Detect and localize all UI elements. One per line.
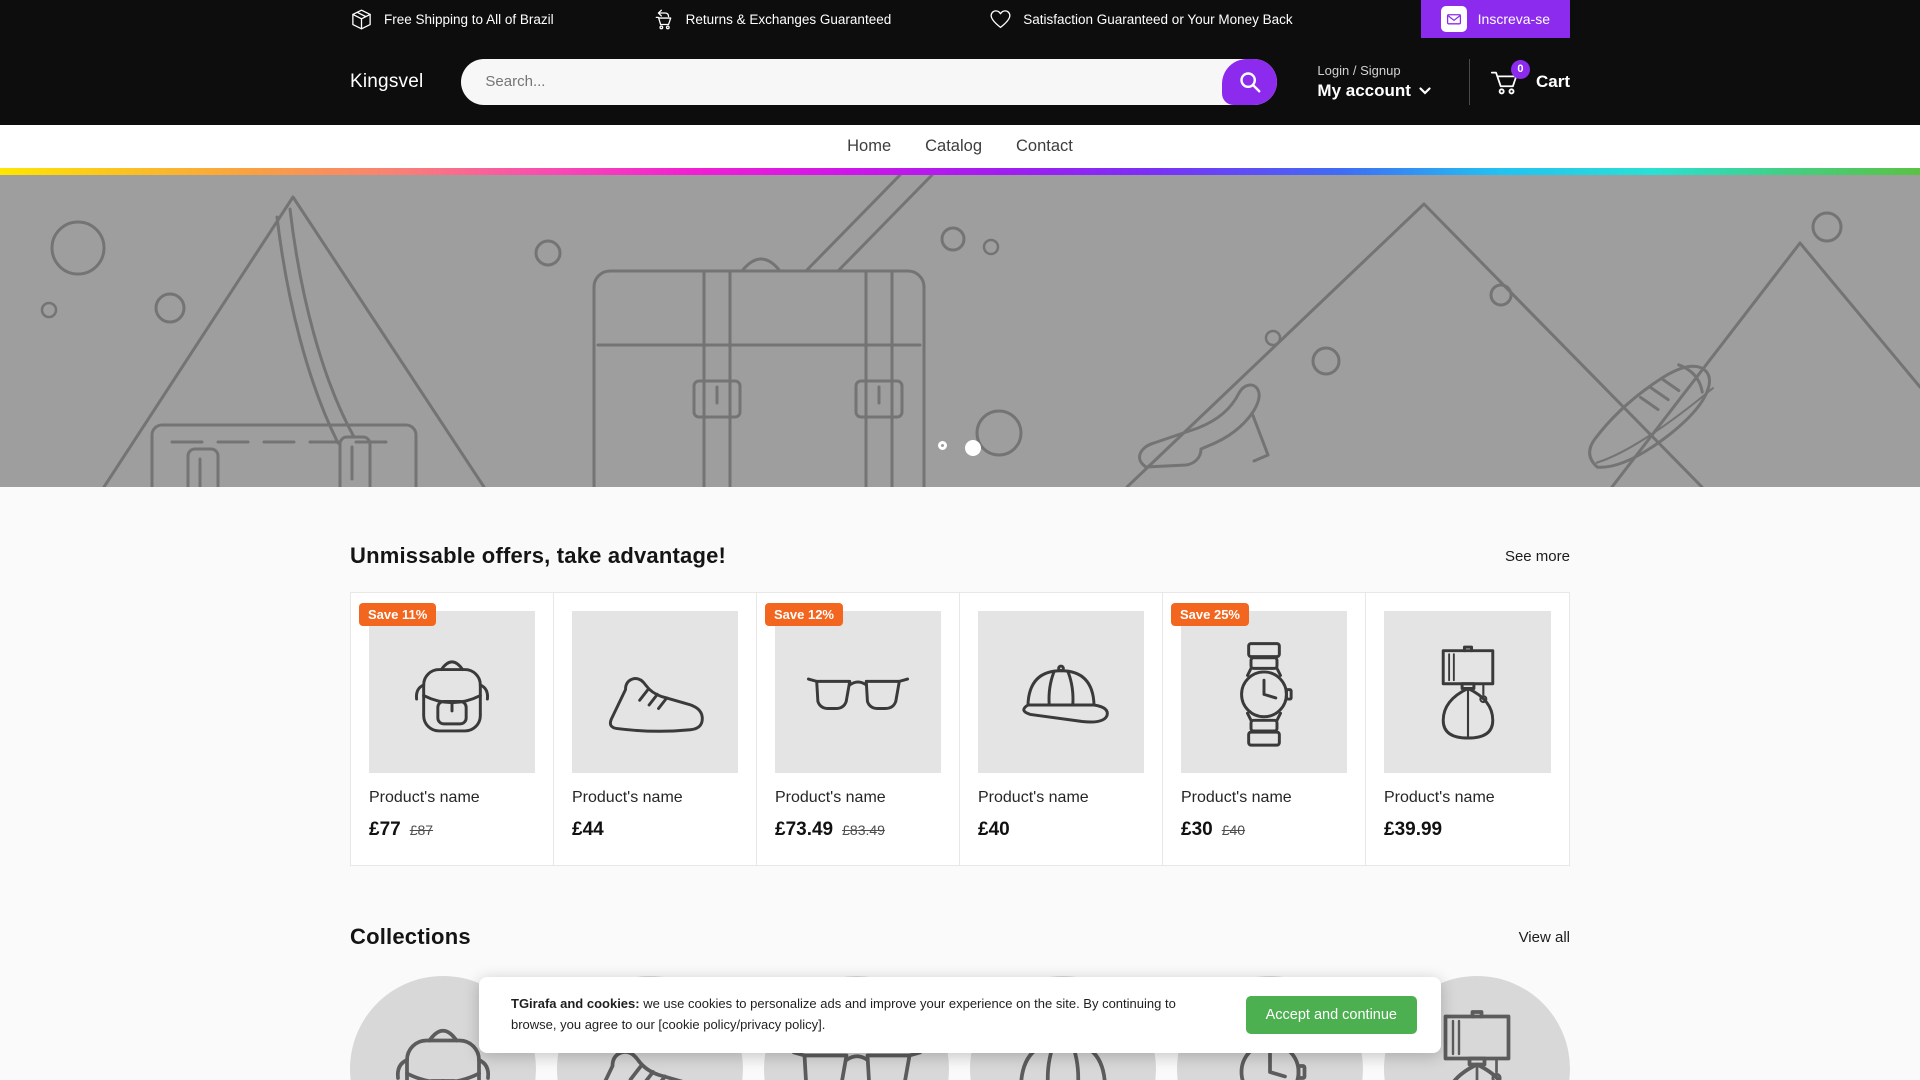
my-account-label: My account xyxy=(1317,80,1411,100)
topbar-item-label: Satisfaction Guaranteed or Your Money Ba… xyxy=(1023,11,1293,27)
nav-link-catalog[interactable]: Catalog xyxy=(925,137,982,156)
search-icon xyxy=(1240,71,1261,92)
hero-illustration xyxy=(40,175,1920,487)
compare-at-price: £87 xyxy=(409,822,434,838)
accept-cookies-button[interactable]: Accept and continue xyxy=(1245,995,1417,1034)
product-image[interactable] xyxy=(572,611,738,773)
search-input[interactable] xyxy=(461,58,1278,105)
rainbow-divider xyxy=(0,168,1920,175)
cart-button[interactable]: 0 Cart xyxy=(1489,59,1570,97)
main-nav: Home Catalog Contact xyxy=(0,125,1920,168)
product-name[interactable]: Product's name xyxy=(1384,789,1551,807)
product-card[interactable]: Save 11% Product's name £77 £87 xyxy=(351,593,554,865)
offers-section: Unmissable offers, take advantage! See m… xyxy=(350,487,1570,866)
product-card[interactable]: Save 12% Product's name £73.49 £83.49 xyxy=(757,593,960,865)
product-price: £44 xyxy=(572,819,604,840)
cookie-text: TGirafa and cookies: we use cookies to p… xyxy=(511,994,1216,1036)
product-card[interactable]: Product's name £40 xyxy=(960,593,1163,865)
product-price: £30 xyxy=(1181,819,1213,840)
product-image[interactable] xyxy=(978,611,1144,773)
product-price: £40 xyxy=(978,819,1010,840)
backpack-icon xyxy=(393,621,511,763)
product-name[interactable]: Product's name xyxy=(978,789,1144,807)
cookie-lead: TGirafa and cookies: xyxy=(511,996,640,1011)
watch-icon xyxy=(1205,621,1323,763)
cart-count-badge: 0 xyxy=(1510,59,1530,79)
cookie-banner: TGirafa and cookies: we use cookies to p… xyxy=(479,977,1441,1053)
discount-badge: Save 25% xyxy=(1171,603,1249,626)
search-button[interactable] xyxy=(1222,58,1278,105)
carousel-dot-2-active[interactable] xyxy=(965,440,981,456)
topbar-item-label: Returns & Exchanges Guaranteed xyxy=(685,11,892,27)
topbar-item-shipping: Free Shipping to All of Brazil xyxy=(350,8,554,31)
sneaker-icon xyxy=(596,621,714,763)
product-card[interactable]: Product's name £44 xyxy=(554,593,757,865)
nav-link-home[interactable]: Home xyxy=(847,137,891,156)
chevron-down-icon xyxy=(1419,86,1431,95)
product-card-row: Save 11% Product's name £77 £87 Product'… xyxy=(350,592,1570,866)
heart-icon xyxy=(990,9,1011,28)
product-price: £77 xyxy=(369,819,401,840)
login-signup-label[interactable]: Login / Signup xyxy=(1317,63,1431,78)
product-name[interactable]: Product's name xyxy=(572,789,738,807)
discount-badge: Save 11% xyxy=(359,603,437,626)
returns-cart-icon xyxy=(655,9,671,29)
topbar-item-returns: Returns & Exchanges Guaranteed xyxy=(652,8,892,31)
announcement-bar: Free Shipping to All of Brazil Returns &… xyxy=(0,0,1920,38)
product-name[interactable]: Product's name xyxy=(775,789,941,807)
see-more-link[interactable]: See more xyxy=(1505,548,1570,565)
site-header: Kingsvel Login / Signup My account xyxy=(0,38,1920,125)
view-all-link[interactable]: View all xyxy=(1519,929,1570,946)
product-card[interactable]: Save 25% Product's name £30 £40 xyxy=(1163,593,1366,865)
header-divider xyxy=(1468,58,1470,105)
product-image[interactable] xyxy=(369,611,535,773)
product-image[interactable] xyxy=(1181,611,1347,773)
offers-title: Unmissable offers, take advantage! xyxy=(350,543,727,568)
package-icon xyxy=(352,9,371,29)
subscribe-label: Inscreva-se xyxy=(1477,11,1550,27)
product-name[interactable]: Product's name xyxy=(369,789,535,807)
topbar-item-guarantee: Satisfaction Guaranteed or Your Money Ba… xyxy=(989,8,1293,31)
hero-carousel xyxy=(0,175,1920,487)
store-logo[interactable]: Kingsvel xyxy=(350,71,423,93)
product-price: £73.49 xyxy=(775,819,834,840)
envelope-icon xyxy=(1440,6,1467,32)
nav-link-contact[interactable]: Contact xyxy=(1016,137,1073,156)
lamp-icon xyxy=(1409,621,1527,763)
topbar-item-label: Free Shipping to All of Brazil xyxy=(384,11,554,27)
collections-title: Collections xyxy=(350,924,471,949)
glasses-icon xyxy=(799,621,917,763)
product-image[interactable] xyxy=(775,611,941,773)
subscribe-button[interactable]: Inscreva-se xyxy=(1420,0,1570,38)
product-name[interactable]: Product's name xyxy=(1181,789,1347,807)
cap-icon xyxy=(1002,621,1120,763)
compare-at-price: £40 xyxy=(1221,822,1246,838)
cart-label: Cart xyxy=(1535,71,1570,91)
search-bar xyxy=(461,58,1278,105)
carousel-dot-1[interactable] xyxy=(938,441,947,450)
account-menu[interactable]: Login / Signup My account xyxy=(1317,63,1431,101)
product-image[interactable] xyxy=(1384,611,1551,773)
product-card[interactable]: Product's name £39.99 xyxy=(1366,593,1569,865)
compare-at-price: £83.49 xyxy=(842,822,885,838)
product-price: £39.99 xyxy=(1384,819,1443,840)
discount-badge: Save 12% xyxy=(765,603,843,626)
